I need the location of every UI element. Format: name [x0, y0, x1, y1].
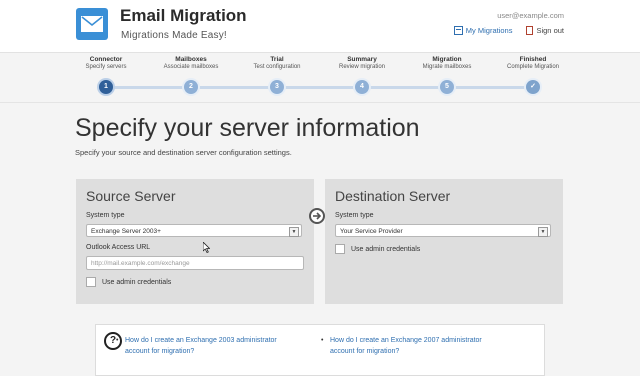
help-link-exchange-2007[interactable]: • How do I create an Exchange 2007 admin… — [321, 335, 505, 357]
step-marker: 4 — [355, 80, 369, 94]
step-migration[interactable]: Migration Migrate mailboxes 5 — [402, 56, 492, 94]
help-link-line: account for migration? — [330, 348, 400, 355]
sign-out-label: Sign out — [536, 26, 564, 35]
system-type-label: System type — [86, 212, 125, 219]
help-box: ? • How do I create an Exchange 2003 adm… — [95, 324, 545, 376]
step-trial[interactable]: Trial Test configuration 3 — [232, 56, 322, 94]
mouse-cursor-icon — [203, 242, 210, 253]
sign-out-icon — [526, 26, 534, 35]
checkmark-icon: ✓ — [526, 80, 540, 94]
admin-credentials-checkbox[interactable] — [86, 277, 96, 287]
outlook-url-input[interactable] — [86, 256, 304, 270]
step-marker: 3 — [270, 80, 284, 94]
step-title: Connector — [89, 56, 123, 63]
destination-server-panel: Destination Server System type Your Serv… — [325, 179, 563, 304]
step-title: Migration — [432, 56, 462, 63]
admin-credentials-label: Use admin credentials — [351, 245, 421, 253]
step-title: Mailboxes — [175, 56, 207, 63]
source-system-type-select[interactable]: Exchange Server 2003+ ▼ — [86, 224, 302, 237]
page-description: Specify your source and destination serv… — [75, 148, 292, 157]
step-subtitle: Test configuration — [253, 64, 301, 70]
my-migrations-label: My Migrations — [465, 26, 513, 35]
step-subtitle: Complete Migration — [506, 64, 560, 70]
divider — [0, 102, 640, 103]
step-summary[interactable]: Summary Review migration 4 — [317, 56, 407, 94]
step-title: Finished — [519, 56, 547, 63]
system-type-label: System type — [335, 212, 374, 219]
step-title: Trial — [270, 56, 284, 63]
app-title: Email Migration — [120, 6, 247, 25]
step-subtitle: Specify servers — [85, 64, 127, 70]
user-email: user@example.com — [497, 11, 564, 20]
step-title: Summary — [347, 56, 377, 63]
outlook-url-label: Outlook Access URL — [86, 244, 151, 251]
my-migrations-link[interactable]: My Migrations — [453, 26, 513, 35]
help-link-line: account for migration? — [125, 348, 195, 355]
step-marker: 2 — [184, 80, 198, 94]
question-icon: ? — [104, 332, 122, 350]
progress-steps: Connector Specify servers 1 Mailboxes As… — [0, 56, 640, 98]
step-subtitle: Associate mailboxes — [163, 64, 219, 70]
chevron-down-icon: ▼ — [538, 227, 548, 237]
step-marker: 5 — [440, 80, 454, 94]
step-marker: 1 — [99, 80, 113, 94]
source-system-type-value: Exchange Server 2003+ — [91, 228, 161, 235]
app-subtitle: Migrations Made Easy! — [121, 30, 227, 41]
destination-system-type-value: Your Service Provider — [340, 228, 403, 235]
step-finished[interactable]: Finished Complete Migration ✓ — [488, 56, 578, 94]
step-subtitle: Migrate mailboxes — [422, 64, 472, 70]
source-admin-credentials[interactable]: Use admin credentials — [86, 277, 171, 287]
app-header: Email Migration Migrations Made Easy! us… — [0, 0, 640, 53]
help-link-line: How do I create an Exchange 2003 adminis… — [125, 337, 277, 344]
sign-out-link[interactable]: Sign out — [526, 26, 564, 35]
help-link-line: How do I create an Exchange 2007 adminis… — [330, 337, 482, 344]
admin-credentials-checkbox[interactable] — [335, 244, 345, 254]
step-connector[interactable]: Connector Specify servers 1 — [61, 56, 151, 94]
destination-server-title: Destination Server — [335, 188, 451, 204]
arrow-right-icon — [309, 208, 325, 224]
bullet: • — [321, 337, 324, 344]
step-subtitle: Review migration — [338, 64, 386, 70]
chevron-down-icon: ▼ — [289, 227, 299, 237]
envelope-icon — [76, 8, 108, 40]
steps-track — [106, 86, 534, 89]
bullet: • — [116, 337, 119, 344]
destination-system-type-select[interactable]: Your Service Provider ▼ — [335, 224, 551, 237]
source-server-title: Source Server — [86, 188, 176, 204]
page-title: Specify your server information — [75, 114, 420, 142]
destination-admin-credentials[interactable]: Use admin credentials — [335, 244, 420, 254]
help-link-exchange-2003[interactable]: • How do I create an Exchange 2003 admin… — [116, 335, 300, 357]
migrations-icon — [453, 26, 463, 35]
admin-credentials-label: Use admin credentials — [102, 278, 172, 286]
step-mailboxes[interactable]: Mailboxes Associate mailboxes 2 — [146, 56, 236, 94]
source-server-panel: Source Server System type Exchange Serve… — [76, 179, 314, 304]
